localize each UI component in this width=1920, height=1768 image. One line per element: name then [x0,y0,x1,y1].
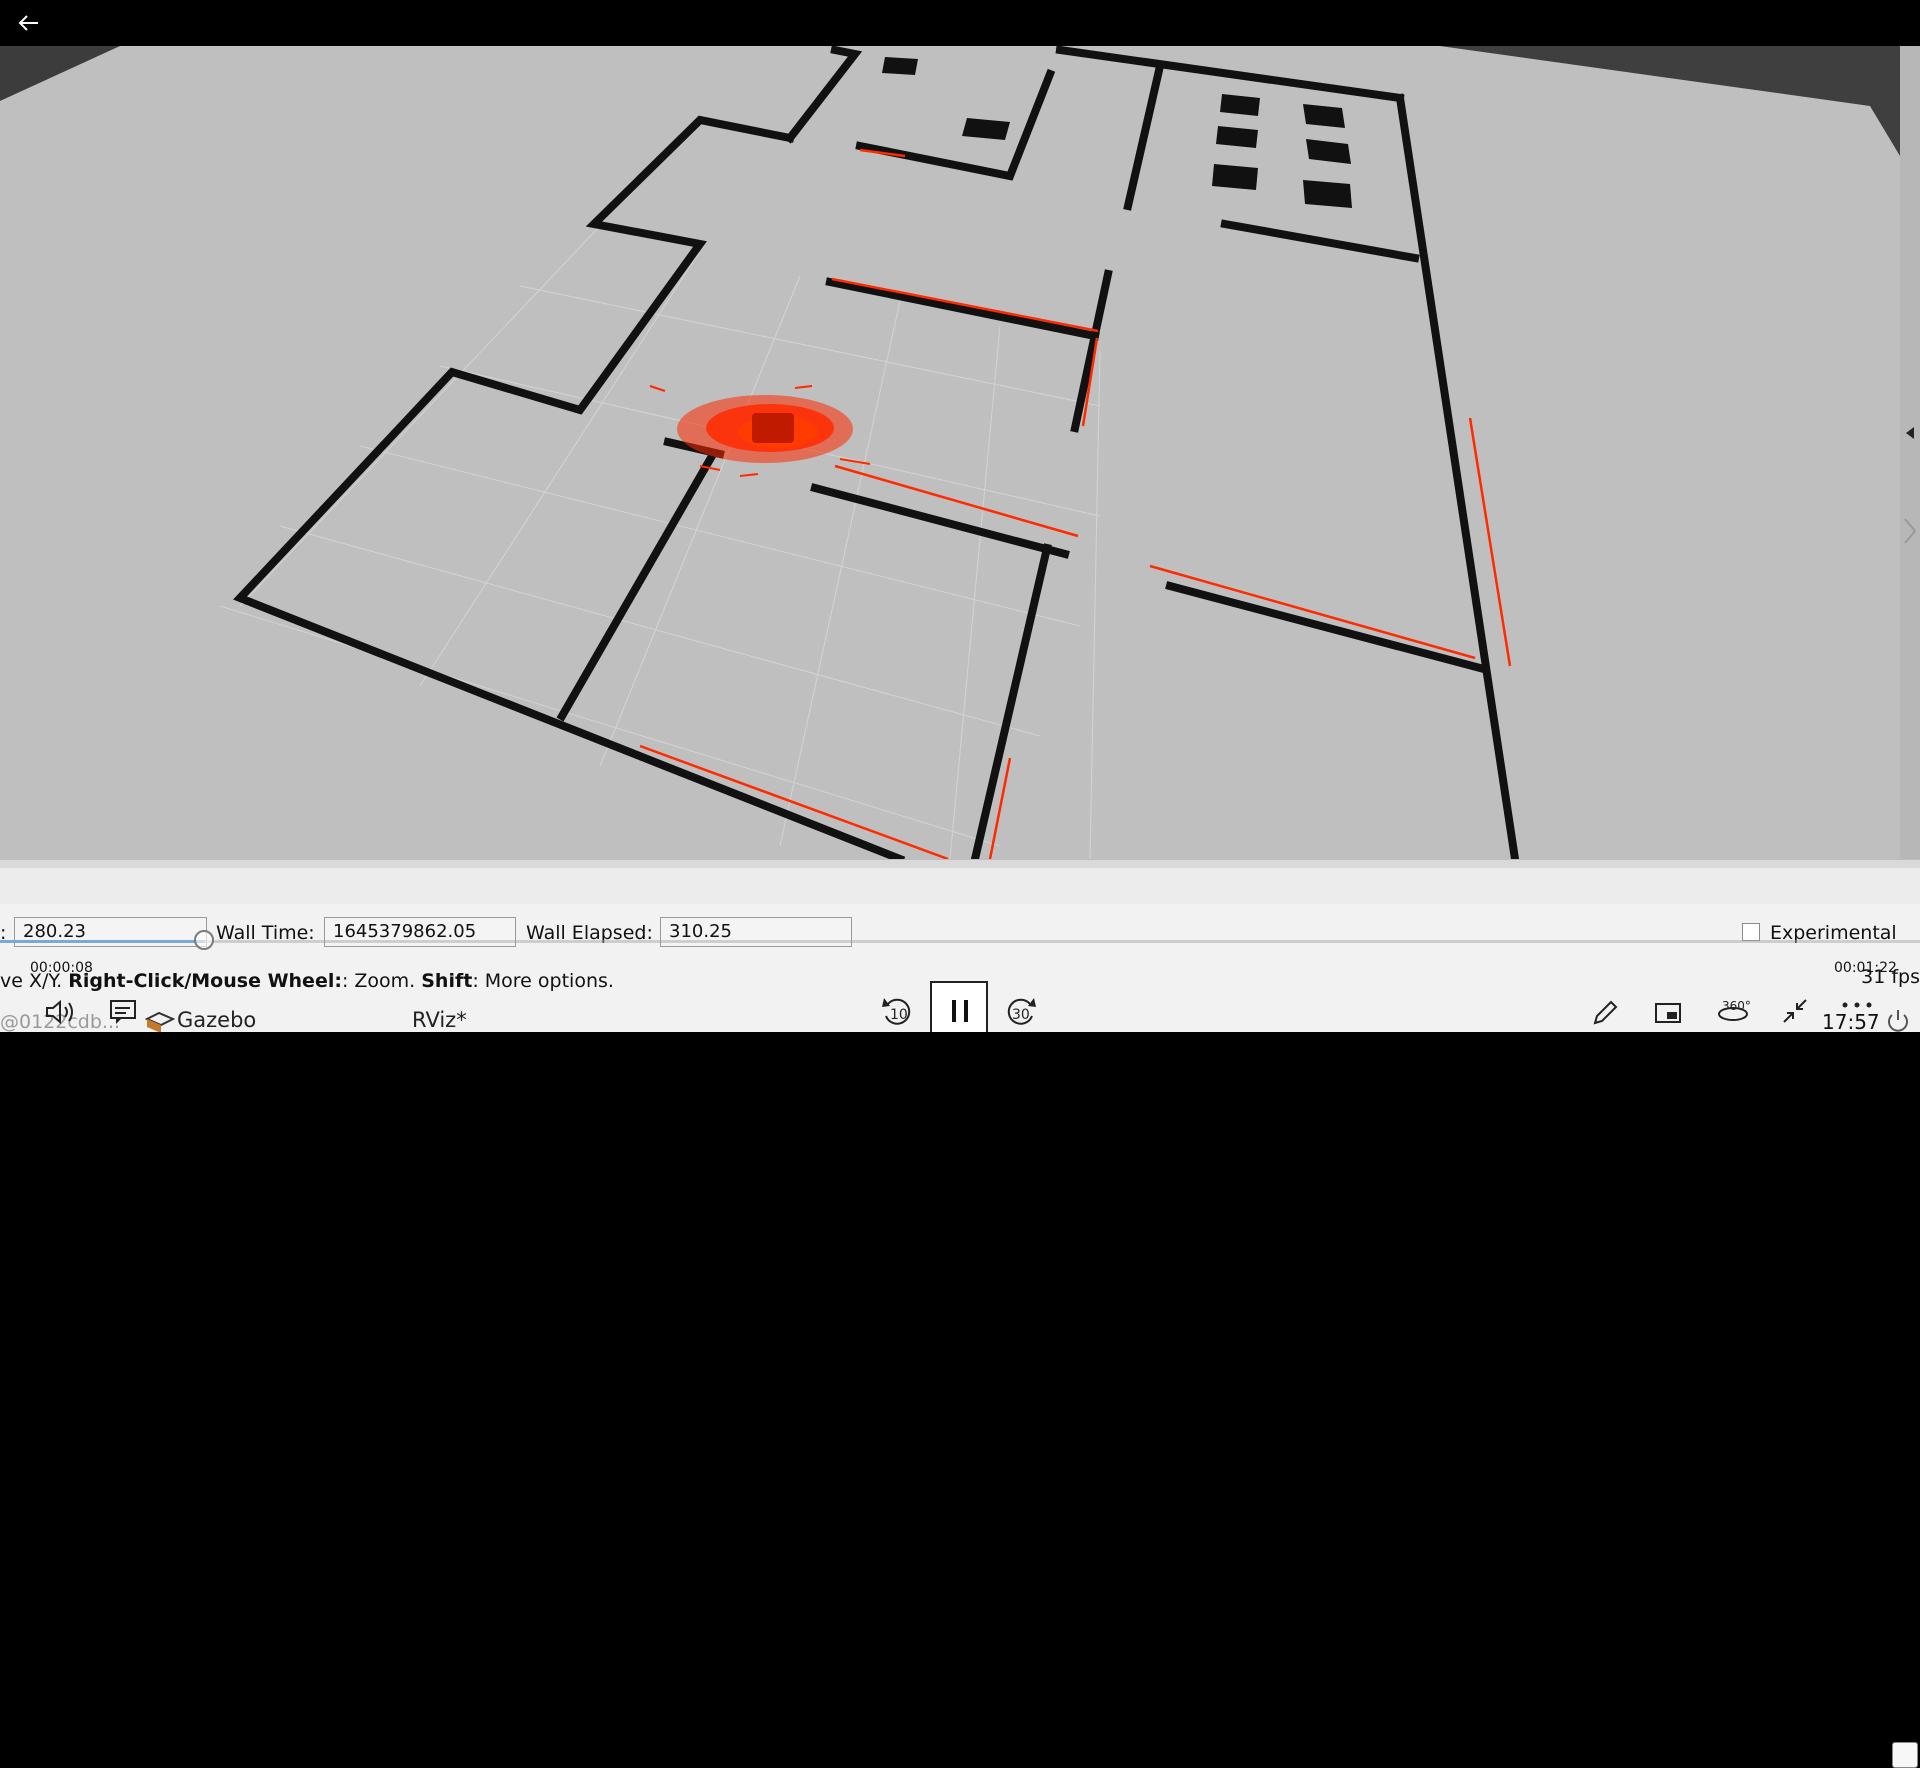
seek-track[interactable] [0,940,1920,943]
robot-particle-cloud [649,385,871,477]
picture-in-picture-icon[interactable] [1653,1000,1683,1026]
seek-progress [0,940,205,943]
total-time: 00:01:22 [1834,960,1897,976]
back-arrow-icon[interactable] [14,8,46,38]
walls [233,46,1520,859]
map-scene [0,46,1900,859]
collapse-left-icon[interactable] [1904,426,1916,440]
elapsed-time: 00:00:08 [30,960,93,976]
rewind-label: 10 [890,1007,908,1023]
subtitles-icon[interactable] [108,998,138,1026]
experimental-checkbox[interactable] [1742,923,1760,941]
top-bar [0,0,1920,46]
taskbar-gazebo[interactable]: Gazebo [177,1008,256,1032]
bottom-bar [0,1032,1920,1080]
360-label: 360° [1722,999,1751,1013]
taskbar-clock: 17:57 [1822,1010,1880,1034]
rviz-tool-panel [0,868,1920,1768]
chevron-right-icon[interactable] [1902,516,1918,546]
forward-label: 30 [1012,1007,1030,1023]
seek-thumb[interactable] [194,930,214,950]
rviz-3d-viewport[interactable] [0,46,1900,859]
taskbar-rviz[interactable]: RViz* [412,1008,467,1032]
robot-model [752,413,794,443]
panel-toggle-button[interactable] [1892,1742,1918,1768]
pencil-icon[interactable] [1590,998,1620,1028]
right-panel-strip [1900,46,1920,859]
power-icon[interactable] [1884,1008,1912,1034]
volume-icon[interactable] [44,998,78,1026]
laser-scan [639,148,1512,859]
pause-button[interactable] [930,981,988,1039]
exit-fullscreen-icon[interactable] [1780,996,1810,1026]
